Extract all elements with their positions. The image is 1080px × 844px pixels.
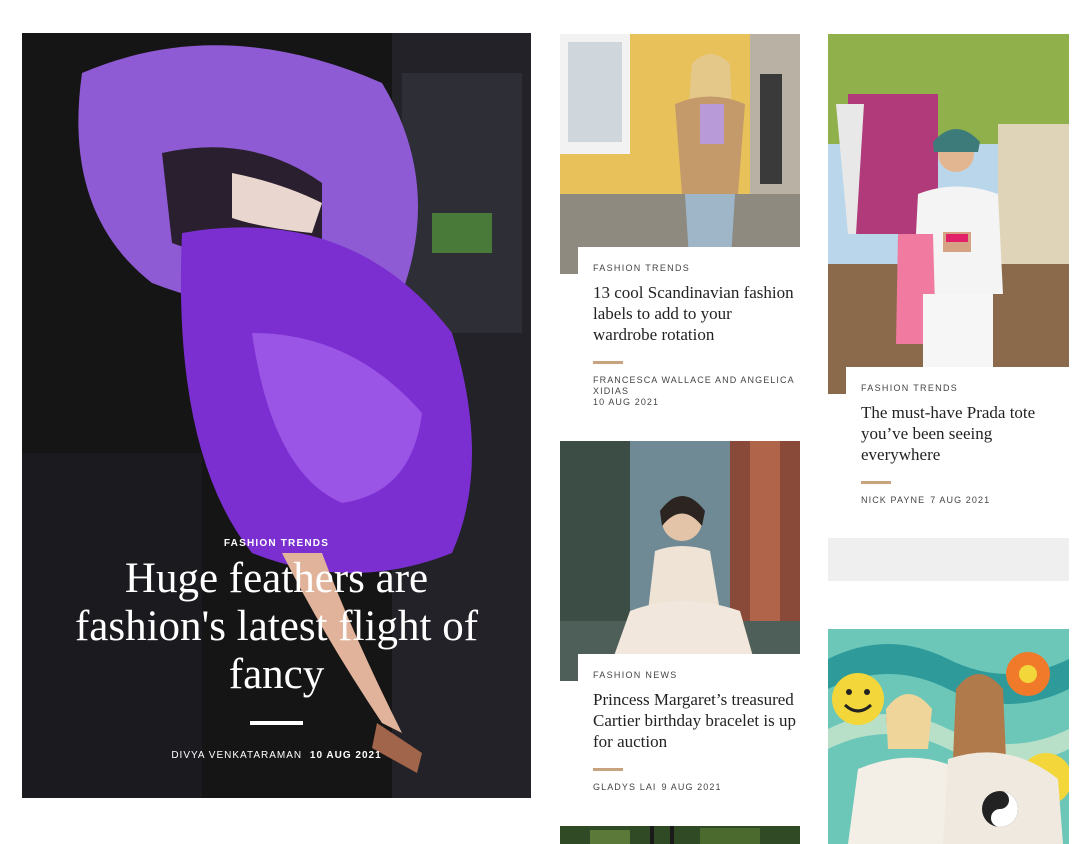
card-byline: GLADYS LAI 9 AUG 2021 <box>593 782 800 793</box>
card-image-madhappy[interactable] <box>828 629 1069 844</box>
card-divider <box>861 481 891 484</box>
ad-placeholder <box>828 538 1069 581</box>
card-author[interactable]: GLADYS LAI <box>593 782 657 792</box>
card-byline: NICK PAYNE 7 AUG 2021 <box>861 495 1069 506</box>
card-author[interactable]: NICK PAYNE <box>861 495 925 505</box>
card-category[interactable]: FASHION TRENDS <box>861 383 1069 393</box>
card-image-next[interactable] <box>560 826 800 844</box>
card-byline: FRANCESCA WALLACE AND ANGELICA XIDIAS 10… <box>593 375 800 408</box>
card-category[interactable]: FASHION TRENDS <box>593 263 800 273</box>
card-scandinavian: FASHION TRENDS 13 cool Scandinavian fash… <box>578 247 800 417</box>
card-date: 9 AUG 2021 <box>661 782 722 792</box>
card-title[interactable]: Princess Margaret’s treasured Cartier bi… <box>593 689 800 752</box>
hero-image[interactable] <box>22 33 531 798</box>
card-divider <box>593 361 623 364</box>
card-category[interactable]: FASHION NEWS <box>593 670 800 680</box>
card-image-scandinavian[interactable] <box>560 34 800 274</box>
card-title[interactable]: 13 cool Scandinavian fashion labels to a… <box>593 282 800 345</box>
card-image-prada-tote[interactable] <box>828 34 1069 394</box>
card-date: 7 AUG 2021 <box>930 495 991 505</box>
card-image-princess-margaret[interactable] <box>560 441 800 681</box>
card-author[interactable]: FRANCESCA WALLACE AND ANGELICA XIDIAS <box>593 375 794 396</box>
card-date: 10 AUG 2021 <box>593 397 660 407</box>
card-divider <box>593 768 623 771</box>
card-title[interactable]: The must-have Prada tote you’ve been see… <box>861 402 1069 465</box>
card-princess-margaret: FASHION NEWS Princess Margaret’s treasur… <box>578 654 800 804</box>
card-prada-tote: FASHION TRENDS The must-have Prada tote … <box>846 367 1069 512</box>
